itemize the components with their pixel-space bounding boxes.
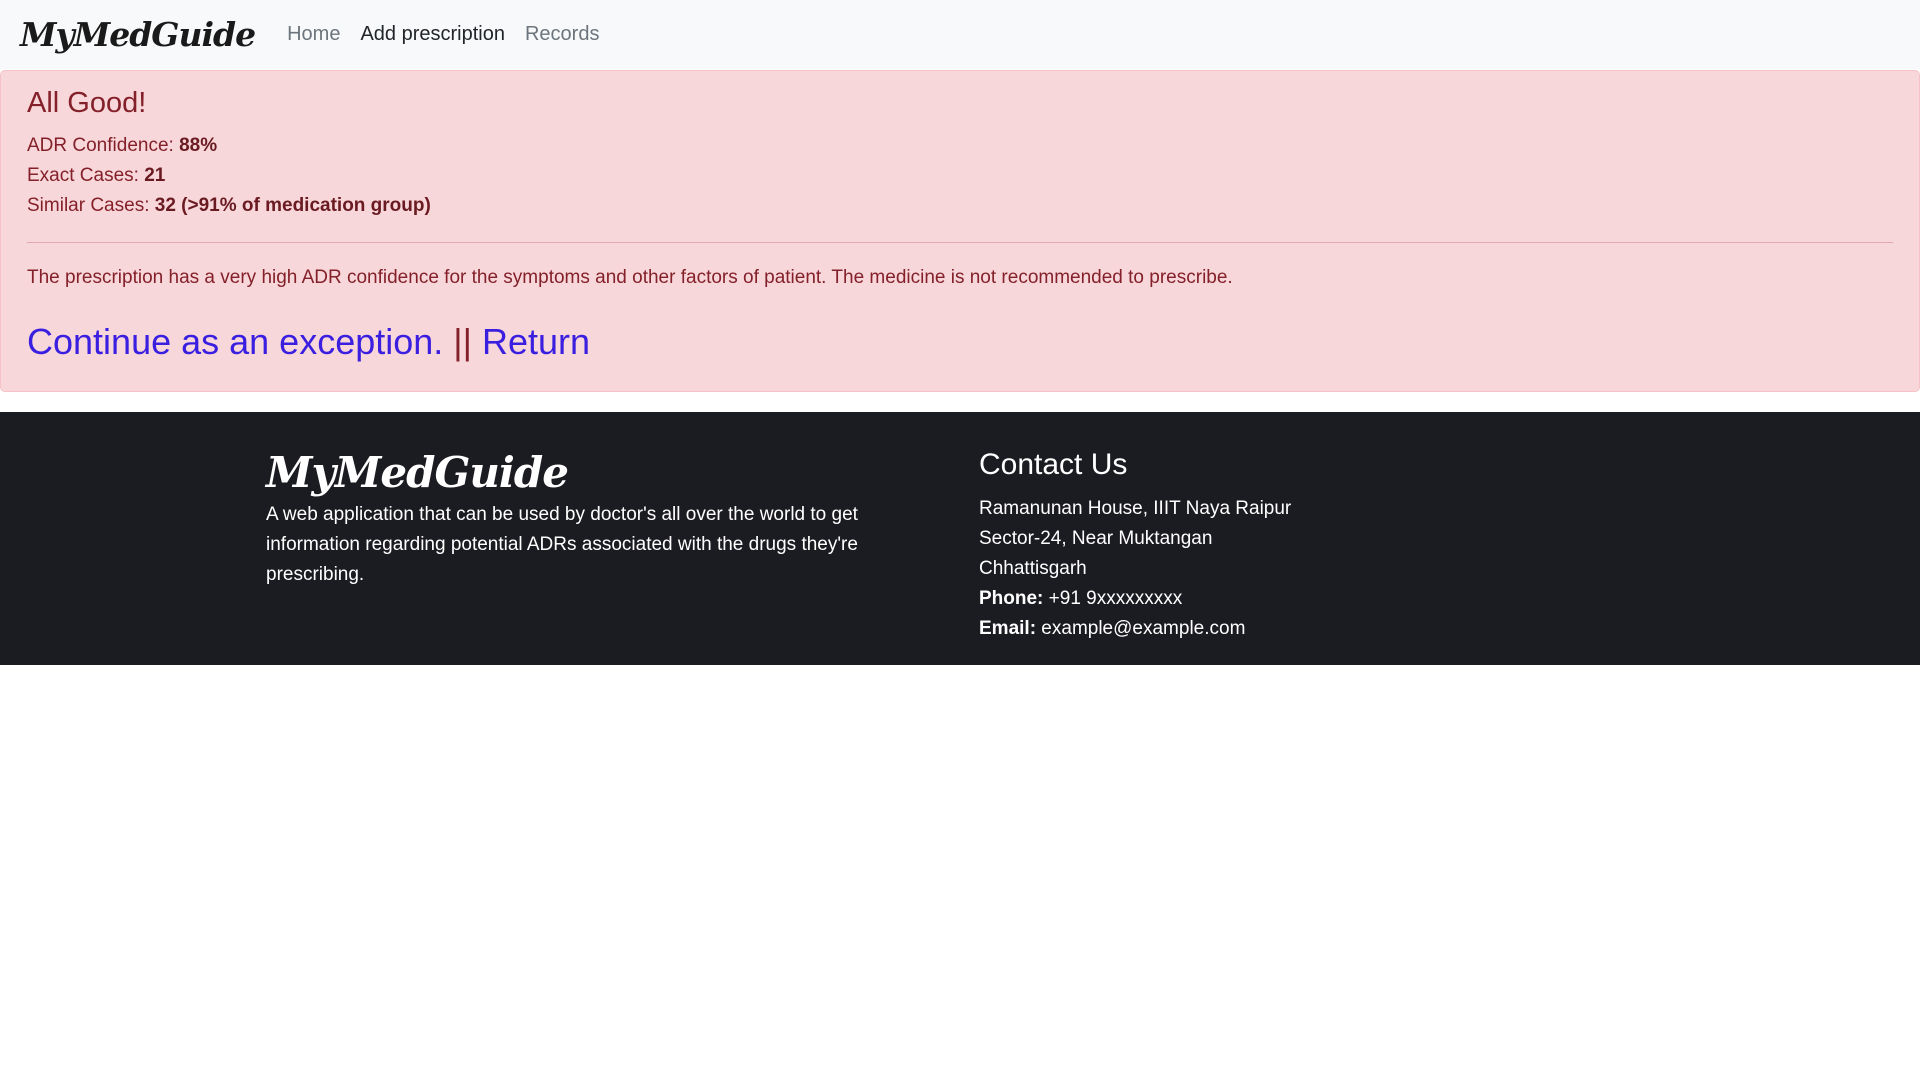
nav-add-prescription[interactable]: Add prescription (360, 23, 505, 46)
address-line-2: Sector-24, Near Muktangan (979, 528, 1213, 549)
email-line: Email: example@example.com (979, 614, 1291, 644)
phone-label: Phone: (979, 588, 1044, 609)
address-line-1: Ramanunan House, IIIT Naya Raipur (979, 498, 1292, 519)
exact-cases-label: Exact Cases: (27, 165, 145, 186)
address-line-3: Chhattisgarh (979, 558, 1087, 579)
footer-description: A web application that can be used by do… (266, 504, 858, 585)
adr-confidence-label: ADR Confidence: (27, 135, 180, 156)
exact-cases-value: 21 (144, 165, 166, 186)
email-label: Email: (979, 618, 1037, 639)
action-separator: || (443, 321, 483, 362)
phone-line: Phone: +91 9xxxxxxxxx (979, 584, 1291, 614)
alert-actions: Continue as an exception. || Return (27, 321, 590, 363)
return-link[interactable]: Return (482, 321, 590, 362)
nav-home[interactable]: Home (287, 23, 340, 46)
contact-title: Contact Us (979, 448, 1128, 481)
site-footer: MyMedGuide A web application that can be… (0, 412, 1920, 665)
email-value[interactable]: example@example.com (1036, 618, 1245, 639)
similar-cases-label: Similar Cases: (27, 195, 155, 216)
footer-brand-logo: MyMedGuide (266, 448, 569, 497)
continue-exception-link[interactable]: Continue as an exception. (27, 321, 443, 362)
alert-divider (27, 242, 1893, 243)
contact-info: Ramanunan House, IIIT Naya Raipur Sector… (979, 494, 1291, 644)
nav-records[interactable]: Records (525, 23, 599, 46)
alert-message: The prescription has a very high ADR con… (27, 267, 1233, 288)
alert-heading: All Good! (27, 87, 147, 119)
adr-confidence-value: 88% (179, 135, 218, 156)
adr-confidence-line: ADR Confidence: 88% (27, 135, 217, 157)
phone-value: +91 9xxxxxxxxx (1043, 588, 1183, 609)
similar-cases-value: 32 (>91% of medication group) (154, 195, 431, 216)
brand-logo[interactable]: MyMedGuide (20, 15, 256, 54)
similar-cases-line: Similar Cases: 32 (>91% of medication gr… (27, 195, 431, 217)
result-alert: All Good! ADR Confidence: 88% Exact Case… (0, 70, 1920, 392)
exact-cases-line: Exact Cases: 21 (27, 165, 165, 187)
top-navbar: MyMedGuide Home Add prescription Records (0, 0, 1920, 69)
